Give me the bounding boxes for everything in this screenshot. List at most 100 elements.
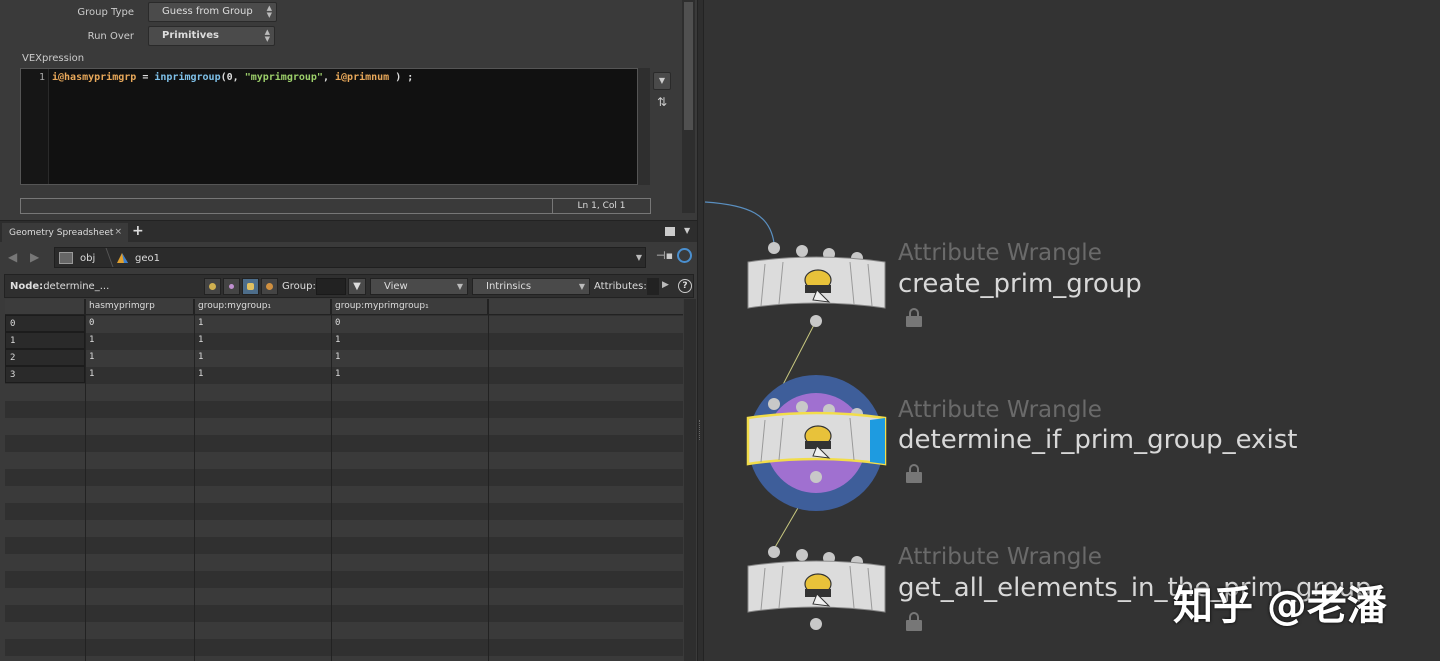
table-cell: 1 — [335, 352, 341, 362]
lock-icon[interactable] — [906, 308, 922, 328]
network-path-field[interactable]: obj geo1 ▼ — [54, 247, 646, 268]
attributes-label: Attributes: — [594, 281, 647, 292]
add-spare-parameter-icon[interactable]: ⇅ — [653, 94, 671, 112]
vexpression-label: VEXpression — [22, 53, 85, 64]
add-tab-icon[interactable]: + — [132, 223, 144, 239]
tab-geometry-spreadsheet[interactable]: Geometry Spreadsheet × — [2, 223, 128, 243]
view-label: View — [384, 281, 408, 292]
group-filter-input[interactable] — [316, 278, 346, 295]
vertices-icon[interactable] — [223, 278, 240, 295]
object-network-icon — [59, 252, 73, 264]
column-divider — [194, 299, 195, 661]
node-type-label: Attribute Wrangle — [898, 240, 1102, 266]
group-type-dropdown[interactable]: Guess from Group ▲ ▼ — [148, 2, 277, 22]
table-cell: 1 — [89, 335, 95, 345]
help-icon[interactable]: ? — [678, 279, 692, 293]
node-get-all-elements[interactable] — [747, 546, 886, 630]
input-connector[interactable] — [768, 398, 780, 410]
table-row[interactable]: 2 1 1 1 — [5, 349, 683, 366]
table-row[interactable]: 3 1 1 1 — [5, 366, 683, 383]
code-token: = — [136, 72, 155, 83]
forward-arrow-icon[interactable]: ▶ — [30, 250, 39, 264]
input-connector[interactable] — [768, 242, 780, 254]
points-icon[interactable] — [204, 278, 221, 295]
lock-icon[interactable] — [906, 464, 922, 484]
node-type-label: Attribute Wrangle — [898, 544, 1102, 570]
input-connector[interactable] — [796, 245, 808, 257]
network-editor[interactable]: Attribute Wrangle create_prim_group Attr… — [705, 0, 1440, 661]
pane-menu-icon[interactable]: ▼ — [684, 226, 690, 235]
code-token: inprimgroup — [154, 72, 221, 83]
close-icon[interactable]: × — [114, 227, 122, 237]
table-cell: 1 — [89, 352, 95, 362]
primitives-icon[interactable] — [242, 278, 259, 295]
node-type-label: Attribute Wrangle — [898, 397, 1102, 423]
divider-grip[interactable] — [699, 420, 702, 440]
scroll-thumb[interactable] — [684, 2, 693, 130]
node-name-label[interactable]: determine_if_prim_group_exist — [898, 425, 1297, 455]
back-arrow-icon[interactable]: ◀ — [8, 250, 17, 264]
input-connector[interactable] — [796, 401, 808, 413]
run-over-label: Run Over — [87, 31, 134, 42]
run-over-value: Primitives — [162, 30, 219, 41]
chevron-down-icon: ▼ — [456, 282, 463, 291]
pane-divider[interactable] — [697, 0, 704, 661]
detail-dot — [266, 283, 273, 290]
vex-code-editor[interactable]: 1 i@hasmyprimgrp = inprimgroup(0, "mypri… — [20, 68, 638, 185]
attributes-filter-input[interactable] — [647, 278, 659, 295]
detail-icon[interactable] — [261, 278, 278, 295]
pane-tab-bar: Geometry Spreadsheet × + ▼ — [0, 220, 697, 243]
editor-menu-button[interactable]: ▼ — [653, 72, 671, 90]
code-token: ) ; — [389, 72, 414, 83]
node-create-prim-group[interactable] — [747, 242, 886, 327]
filter-icon[interactable]: ▼ — [348, 278, 366, 295]
primitives-dot — [247, 283, 254, 290]
maximize-pane-icon[interactable] — [665, 227, 675, 236]
column-header[interactable]: group:mygroup₁ — [194, 299, 331, 315]
node-determine-if-prim-group-exist[interactable] — [746, 375, 887, 511]
editor-scrollbar[interactable] — [638, 68, 650, 185]
parameter-and-spreadsheet-pane: Group Type Guess from Group ▲ ▼ Run Over … — [0, 0, 697, 661]
output-connector[interactable] — [810, 618, 822, 630]
table-cell: 1 — [198, 318, 204, 328]
path-segment-geo1[interactable]: geo1 — [135, 253, 160, 264]
code-line[interactable]: i@hasmyprimgrp = inprimgroup(0, "myprimg… — [52, 72, 413, 83]
table-cell: 0 — [335, 318, 341, 328]
display-flag[interactable] — [870, 418, 885, 464]
node-label: Node:determine_... — [10, 281, 109, 292]
node-name-label[interactable]: create_prim_group — [898, 269, 1142, 299]
link-icon[interactable] — [677, 248, 692, 263]
path-segment-obj[interactable]: obj — [80, 253, 95, 264]
table-cell: 1 — [335, 369, 341, 379]
lock-icon[interactable] — [906, 612, 922, 632]
table-cell: 1 — [89, 369, 95, 379]
input-connector[interactable] — [796, 549, 808, 561]
column-header[interactable]: hasmyprimgrp — [85, 299, 194, 315]
run-over-dropdown[interactable]: Primitives ▲ ▼ — [148, 26, 275, 46]
column-divider — [331, 299, 332, 661]
table-cell: 1 — [335, 335, 341, 345]
row-index: 0 — [5, 315, 85, 332]
group-label: Group: — [282, 281, 316, 292]
node-value: determine_... — [43, 281, 110, 292]
parameter-scrollbar[interactable] — [682, 0, 695, 213]
code-token: , — [322, 72, 336, 83]
table-cell: 1 — [198, 369, 204, 379]
output-connector[interactable] — [810, 315, 822, 327]
points-dot — [209, 283, 216, 290]
tab-label: Geometry Spreadsheet — [9, 228, 114, 238]
table-row[interactable]: 0 0 1 0 — [5, 315, 683, 332]
input-connector[interactable] — [768, 546, 780, 558]
column-divider — [85, 299, 86, 661]
chevron-down-icon[interactable]: ▼ — [636, 253, 642, 262]
line-gutter — [21, 69, 49, 184]
column-header[interactable]: group:myprimgroup₁ — [331, 299, 488, 315]
output-connector[interactable] — [810, 471, 822, 483]
index-header — [5, 299, 85, 315]
view-dropdown[interactable]: View ▼ — [370, 278, 468, 295]
intrinsics-dropdown[interactable]: Intrinsics ▼ — [472, 278, 590, 295]
pin-icon[interactable]: ⊣▪ — [656, 249, 673, 262]
spreadsheet-scrollbar[interactable] — [684, 299, 696, 661]
play-arrow-icon[interactable]: ▶ — [662, 280, 669, 290]
table-row[interactable]: 1 1 1 1 — [5, 332, 683, 349]
